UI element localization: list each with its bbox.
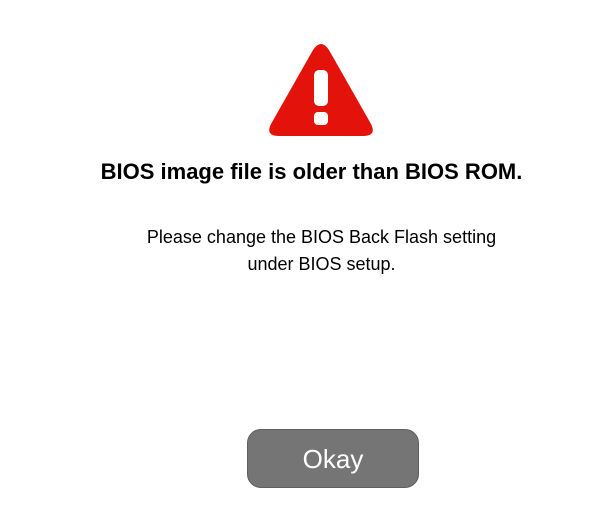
dialog-title: BIOS image file is older than BIOS ROM. [100, 159, 523, 184]
message-line: Please change the BIOS Back Flash settin… [146, 227, 497, 247]
bios-warning-dialog: BIOS image file is older than BIOS ROM. … [0, 0, 603, 517]
message-line: under BIOS setup. [247, 254, 396, 274]
dialog-message: Please change the BIOS Back Flash settin… [0, 224, 603, 278]
okay-button[interactable]: Okay [247, 429, 419, 488]
warning-triangle-icon [267, 42, 375, 138]
